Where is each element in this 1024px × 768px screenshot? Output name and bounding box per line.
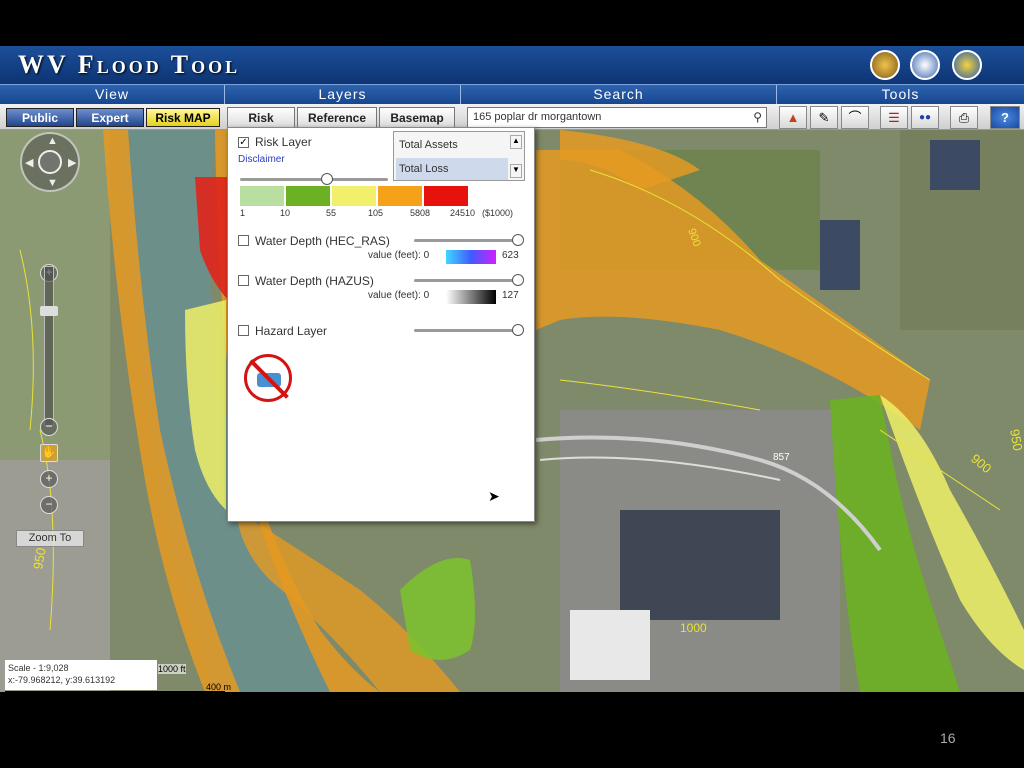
zoom-handle[interactable] — [40, 306, 58, 316]
disclaimer-link[interactable]: Disclaimer — [238, 154, 285, 165]
no-hazard-icon — [244, 354, 292, 402]
menu-search[interactable]: Search — [461, 85, 777, 105]
menu-view[interactable]: View — [0, 85, 225, 105]
dhs-seal-icon — [910, 50, 940, 80]
water-depth-hec-ramp — [446, 250, 496, 264]
hazard-layer-label: Hazard Layer — [255, 324, 328, 338]
legend-label: 10 — [280, 208, 291, 218]
scale-text: Scale - 1:9,028 — [8, 663, 69, 673]
help-icon[interactable]: ? — [990, 106, 1020, 129]
wv-seal-icon — [870, 50, 900, 80]
water-depth-hazus-slider[interactable] — [414, 279, 518, 282]
water-depth-hazus-ramp — [446, 290, 496, 304]
asset-selector[interactable]: Total Assets Total Loss ▲ ▼ — [393, 131, 525, 181]
water-depth-hazus-label: Water Depth (HAZUS) — [255, 274, 374, 288]
option-total-loss[interactable]: Total Loss — [396, 158, 508, 180]
water-depth-hazus-max: 127 — [502, 290, 519, 301]
pan-right-icon[interactable]: ▶ — [68, 156, 76, 169]
water-depth-hec-label: Water Depth (HEC_RAS) — [255, 234, 390, 248]
profile-tool-icon[interactable]: ✎ — [810, 106, 838, 129]
tab-reference[interactable]: Reference — [297, 107, 377, 128]
search-icon[interactable]: ⚲ — [753, 108, 762, 127]
mode-risk-map-button[interactable]: Risk MAP — [146, 108, 220, 127]
pan-hand-icon[interactable]: ✋ — [40, 444, 58, 462]
mode-public-button[interactable]: Public — [6, 108, 74, 127]
search-input[interactable]: 165 poplar dr morgantown ⚲ — [467, 107, 767, 128]
building-label: 1000 — [680, 621, 707, 635]
scale-bar-feet: 1000 ft — [158, 664, 186, 674]
scale-readout: Scale - 1:9,028 x:-79.968212, y:39.61319… — [5, 660, 157, 690]
pan-control[interactable]: ▲ ▼ ◀ ▶ — [20, 132, 80, 192]
risk-layer-checkbox[interactable]: ✓ — [238, 137, 249, 148]
zoom-out-tool-icon[interactable]: − — [40, 496, 58, 514]
slide-number: 16 — [940, 730, 956, 746]
app-title: WV Flood Tool — [18, 50, 241, 79]
water-depth-hec-slider[interactable] — [414, 239, 518, 242]
zoom-slider[interactable] — [44, 266, 54, 426]
pan-left-icon[interactable]: ◀ — [25, 156, 33, 169]
water-depth-hazus-value: value (feet): 0 — [368, 290, 430, 301]
water-depth-hec-max: 623 — [502, 250, 519, 261]
scroll-down-icon[interactable]: ▼ — [510, 164, 522, 178]
menu-tools[interactable]: Tools — [777, 85, 1024, 105]
legend-label: 1 — [240, 208, 246, 218]
water-depth-hec-knob[interactable] — [512, 234, 524, 246]
water-depth-hec-value: value (feet): 0 — [368, 250, 430, 261]
legend-swatch-0 — [240, 186, 284, 206]
legend-label: 5808 — [410, 208, 431, 218]
zoom-out-icon[interactable]: − — [40, 418, 58, 436]
presentation-slide: WV Flood Tool View Layers Search Tools P… — [0, 0, 1024, 768]
layers-icon[interactable]: ☰ — [880, 106, 908, 129]
legend-swatch-3 — [378, 186, 422, 206]
water-depth-hec-checkbox[interactable] — [238, 235, 249, 246]
mode-expert-button[interactable]: Expert — [76, 108, 144, 127]
cursor-icon: ➤ — [488, 488, 500, 504]
water-depth-hazus-checkbox[interactable] — [238, 275, 249, 286]
hazard-layer-knob[interactable] — [512, 324, 524, 336]
legend-label: 105 — [368, 208, 384, 218]
legend-unit: ($1000) — [482, 208, 514, 218]
print-icon[interactable]: ⎙ — [950, 106, 978, 129]
road-label: 857 — [773, 452, 790, 463]
scale-bar-meters: 400 m — [206, 682, 231, 692]
flood-zone-icon[interactable]: ▲ — [779, 106, 807, 129]
fema-seal-icon — [952, 50, 982, 80]
app-banner: WV Flood Tool — [0, 46, 1024, 84]
scroll-up-icon[interactable]: ▲ — [510, 135, 522, 149]
flood-tool-app: WV Flood Tool View Layers Search Tools P… — [0, 46, 1024, 692]
hazard-layer-slider[interactable] — [414, 329, 518, 332]
option-total-assets[interactable]: Total Assets — [396, 134, 508, 156]
tab-basemap[interactable]: Basemap — [379, 107, 455, 128]
legend-label: 55 — [326, 208, 337, 218]
zoom-in-tool-icon[interactable]: + — [40, 470, 58, 488]
risk-opacity-slider[interactable] — [240, 178, 388, 181]
legend-swatch-4 — [424, 186, 468, 206]
water-depth-hazus-knob[interactable] — [512, 274, 524, 286]
measure-icon[interactable]: ⌒ — [841, 106, 869, 129]
risk-opacity-knob[interactable] — [321, 173, 333, 185]
legend-label: 24510 — [450, 208, 476, 218]
coordinates-text: x:-79.968212, y:39.613192 — [8, 675, 116, 685]
legend-swatch-1 — [286, 186, 330, 206]
hazard-layer-checkbox[interactable] — [238, 325, 249, 336]
menu-bar: View Layers Search Tools — [0, 84, 1024, 105]
zoom-to-button[interactable]: Zoom To — [16, 530, 84, 547]
tab-risk[interactable]: Risk — [227, 107, 295, 128]
risk-layer-panel: ✓ Risk Layer Disclaimer Total Assets Tot… — [227, 127, 535, 522]
risk-layer-label: Risk Layer — [255, 135, 312, 149]
legend-swatch-2 — [332, 186, 376, 206]
pan-up-icon[interactable]: ▲ — [47, 135, 58, 147]
info-icon[interactable]: ●● — [911, 106, 939, 129]
pan-down-icon[interactable]: ▼ — [47, 177, 58, 189]
globe-icon[interactable] — [38, 150, 62, 174]
search-value: 165 poplar dr morgantown — [473, 111, 602, 123]
menu-layers[interactable]: Layers — [225, 85, 461, 105]
